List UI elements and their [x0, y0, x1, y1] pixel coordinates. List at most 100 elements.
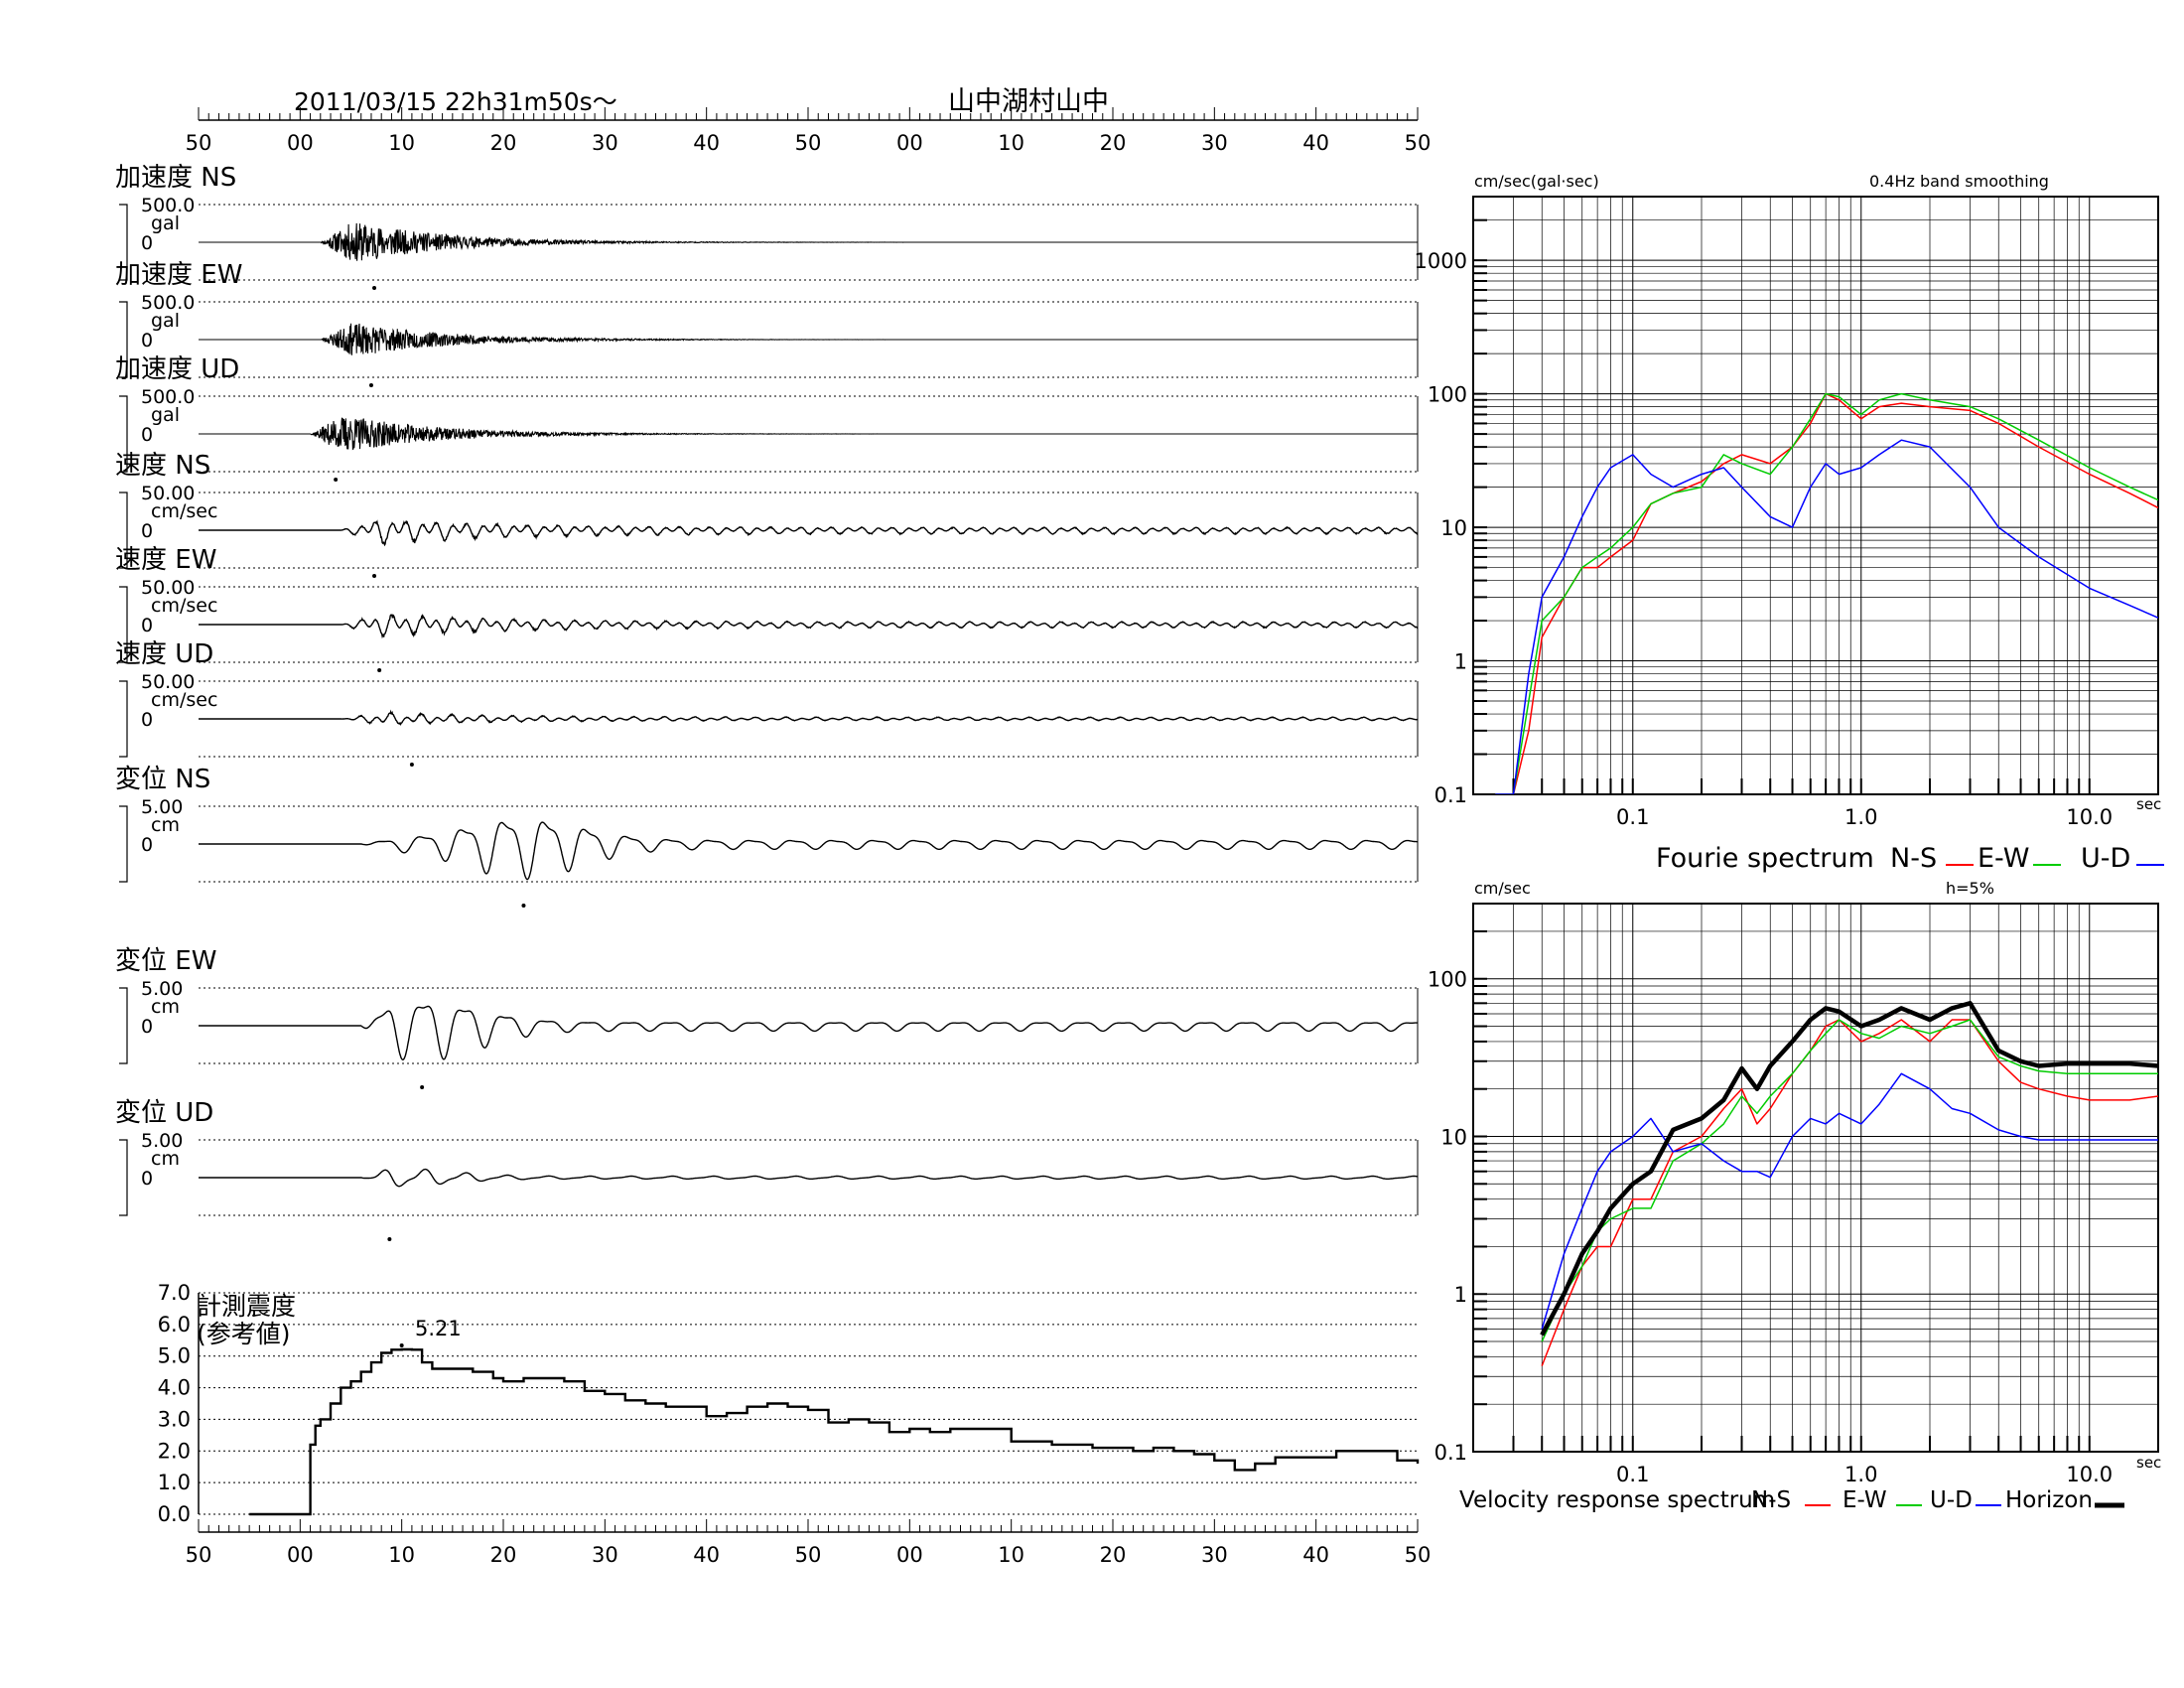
- response-y-tick-label: 1: [1454, 1283, 1467, 1307]
- time-bottom-tick-label: 20: [490, 1543, 517, 1567]
- time-bottom-tick-label: 50: [186, 1543, 212, 1567]
- trace-peak-marker: [372, 286, 377, 290]
- trace-unit: gal: [151, 404, 180, 426]
- time-top-tick-label: 50: [1405, 131, 1432, 155]
- fourier-x-tick-label: 1.0: [1844, 805, 1877, 829]
- trace-label: 加速度 EW: [115, 260, 242, 290]
- time-bottom-tick-label: 40: [693, 1543, 720, 1567]
- time-bottom-tick-label: 10: [998, 1543, 1024, 1567]
- time-top-tick-label: 00: [287, 131, 314, 155]
- trace-peak-marker: [521, 904, 526, 908]
- response-legend-label: E-W: [1843, 1487, 1887, 1513]
- time-top-tick-label: 20: [1100, 131, 1127, 155]
- trace-zero: 0: [141, 1168, 153, 1190]
- trace-label: 加速度 NS: [115, 163, 236, 193]
- time-bottom-tick-label: 10: [388, 1543, 415, 1567]
- trace-peak-marker: [387, 1237, 392, 1241]
- trace-label: 速度 EW: [115, 545, 216, 575]
- time-top-tick-label: 50: [795, 131, 822, 155]
- response-x-tick-label: 10.0: [2066, 1463, 2113, 1486]
- trace-waveform: [199, 519, 1419, 547]
- response-note: h=5%: [1946, 879, 1994, 898]
- trace-bracket: [119, 680, 128, 758]
- trace-bracket: [119, 1139, 128, 1216]
- trace-waveform: [199, 222, 1418, 261]
- intensity-subtitle: (参考値): [197, 1320, 291, 1348]
- fourier-x-unit: sec: [2136, 795, 2161, 813]
- response-legend-title: Velocity response spectrum: [1459, 1487, 1775, 1513]
- time-bottom-tick-label: 00: [896, 1543, 923, 1567]
- trace-peak-marker: [420, 1085, 425, 1089]
- trace-waveform: [199, 821, 1418, 881]
- response-series-u-d: [1541, 1072, 2158, 1330]
- time-top-tick-label: 50: [186, 131, 212, 155]
- response-y-tick-label: 0.1: [1434, 1441, 1467, 1465]
- response-legend-label: N-S: [1751, 1487, 1791, 1513]
- fourier-legend-label: E-W: [1978, 843, 2029, 874]
- time-top-tick-label: 00: [896, 131, 923, 155]
- trace-zero: 0: [141, 834, 153, 856]
- trace-waveform: [199, 1005, 1418, 1061]
- fourier-series-e-w: [1495, 392, 2158, 794]
- response-x-unit: sec: [2136, 1454, 2161, 1472]
- trace-zero: 0: [141, 709, 153, 731]
- fourier-y-tick-label: 1000: [1415, 249, 1467, 273]
- trace-zero: 0: [141, 1016, 153, 1038]
- trace-waveform: [199, 1168, 1419, 1188]
- intensity-tick-label: 0.0: [158, 1502, 191, 1526]
- intensity-tick-label: 7.0: [158, 1281, 191, 1305]
- trace-label: 変位 UD: [115, 1098, 213, 1128]
- time-bottom-tick-label: 30: [592, 1543, 618, 1567]
- trace-unit: cm/sec: [151, 689, 217, 711]
- velocity-response-chart: cm/sec h=5% sec Velocity response spectr…: [1428, 879, 2161, 1513]
- time-top-tick-label: 10: [388, 131, 415, 155]
- time-bottom-tick-label: 50: [795, 1543, 822, 1567]
- fourier-series-group: [1495, 392, 2158, 794]
- trace-label: 変位 EW: [115, 946, 216, 976]
- fourier-x-tick-label: 0.1: [1616, 805, 1649, 829]
- waveform-traces: 加速度 NS500.0gal0加速度 EW500.0gal0加速度 UD500.…: [115, 163, 1419, 1241]
- intensity-series: [249, 1347, 1420, 1516]
- time-top-tick-label: 20: [490, 131, 517, 155]
- intensity-tick-label: 4.0: [158, 1376, 191, 1400]
- time-bottom-tick-label: 50: [1405, 1543, 1432, 1567]
- time-bottom-tick-label: 40: [1302, 1543, 1329, 1567]
- trace-zero: 0: [141, 424, 153, 446]
- fourier-x-tick-label: 10.0: [2066, 805, 2113, 829]
- fourier-frame: [1472, 196, 2159, 795]
- trace-label: 速度 UD: [115, 639, 213, 669]
- time-top-tick-label: 10: [998, 131, 1024, 155]
- trace-unit: cm/sec: [151, 500, 217, 522]
- fourier-series-u-d: [1495, 439, 2158, 794]
- trace-waveform: [199, 709, 1419, 726]
- trace-unit: cm: [151, 996, 180, 1018]
- response-legend-label: U-D: [1930, 1487, 1973, 1513]
- trace-unit: gal: [151, 212, 180, 234]
- time-bottom-tick-label: 30: [1201, 1543, 1228, 1567]
- trace-peak-marker: [368, 383, 373, 387]
- trace-unit: cm/sec: [151, 595, 217, 617]
- response-y-tick-label: 10: [1440, 1125, 1467, 1149]
- trace-label: 変位 NS: [115, 765, 210, 794]
- fourier-y-tick-label: 100: [1428, 383, 1467, 407]
- record-datetime: 2011/03/15 22h31m50s～: [294, 87, 617, 116]
- fourier-y-tick-label: 10: [1440, 516, 1467, 540]
- intensity-tick-label: 1.0: [158, 1471, 191, 1494]
- intensity-tick-label: 6.0: [158, 1313, 191, 1336]
- fourier-series-n-s: [1495, 392, 2158, 794]
- trace-zero: 0: [141, 330, 153, 352]
- trace-peak-marker: [334, 478, 339, 482]
- time-top-tick-label: 40: [1302, 131, 1329, 155]
- trace-zero: 0: [141, 615, 153, 636]
- fourier-y-tick-label: 1: [1454, 650, 1467, 674]
- trace-bracket: [119, 987, 128, 1064]
- intensity-title: 計測震度: [197, 1292, 296, 1321]
- time-bottom-tick-label: 00: [287, 1543, 314, 1567]
- trace-waveform: [199, 417, 1418, 451]
- trace-unit: cm: [151, 814, 180, 836]
- seismogram-figure: 2011/03/15 22h31m50s～ 山中湖村山中 50 00 10 20 30 4…: [115, 86, 2164, 1567]
- response-y-unit: cm/sec: [1474, 879, 1531, 898]
- response-x-tick-label: 1.0: [1844, 1463, 1877, 1486]
- trace-unit: cm: [151, 1148, 180, 1170]
- trace-peak-marker: [377, 668, 382, 672]
